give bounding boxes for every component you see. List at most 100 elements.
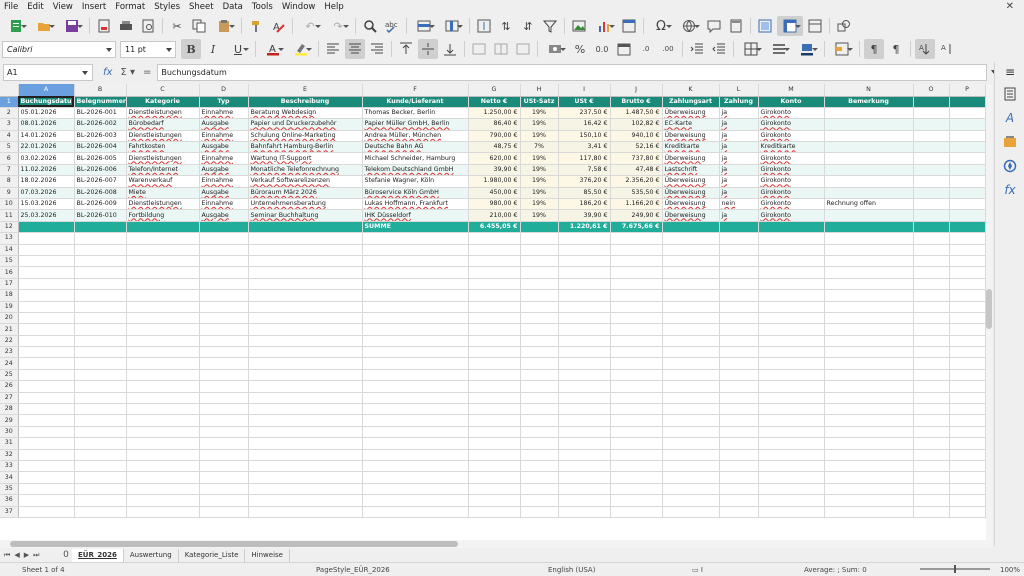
column-header-g[interactable]: G (468, 84, 521, 97)
cell[interactable]: Papier und Druckerzubehör (248, 118, 363, 131)
cell[interactable]: 1.220,61 € (558, 221, 611, 234)
cell[interactable] (18, 437, 75, 450)
cell[interactable] (824, 506, 914, 518)
cell[interactable] (949, 460, 986, 473)
select-all-corner[interactable] (0, 84, 19, 97)
cell[interactable] (758, 312, 825, 325)
row-header[interactable]: 1 (0, 96, 19, 108)
cell[interactable] (468, 506, 521, 518)
border-style-icon[interactable] (766, 39, 792, 59)
cell[interactable] (913, 301, 950, 313)
cell[interactable]: 86,40 € (468, 118, 521, 131)
cell[interactable] (662, 483, 720, 496)
cell[interactable] (362, 289, 469, 302)
sidebar-menu-icon[interactable]: ≡ (995, 62, 1024, 82)
language[interactable]: English (USA) (548, 566, 595, 574)
cell[interactable] (719, 449, 759, 462)
cell[interactable] (610, 494, 663, 507)
cell[interactable] (824, 175, 914, 188)
cell[interactable]: Papier Müller GmbH, Berlin (362, 118, 469, 131)
gallery-icon[interactable] (995, 130, 1024, 154)
cell[interactable]: Zahlung (719, 96, 759, 108)
cell[interactable] (662, 289, 720, 302)
cell[interactable] (610, 232, 663, 245)
cell[interactable] (824, 414, 914, 427)
cell[interactable] (719, 357, 759, 370)
row-header[interactable]: 34 (0, 471, 19, 484)
cell[interactable]: Überweisung (662, 209, 720, 222)
cell[interactable] (520, 494, 559, 507)
open-folder-icon[interactable] (31, 16, 57, 36)
formula-input[interactable]: Buchungsdatum (157, 63, 988, 81)
cell[interactable] (468, 494, 521, 507)
cell[interactable] (949, 426, 986, 439)
cell[interactable] (520, 392, 559, 405)
cell[interactable] (719, 301, 759, 313)
cell[interactable] (949, 107, 986, 120)
column-header-d[interactable]: D (199, 84, 249, 97)
text-direction-rtl-icon[interactable]: ¶ (886, 39, 906, 59)
functions-icon[interactable]: fx (995, 178, 1024, 202)
cell[interactable] (610, 335, 663, 348)
cell[interactable] (468, 312, 521, 325)
cell[interactable] (558, 301, 611, 313)
sheet-tab-4[interactable]: Hinweise (245, 548, 290, 562)
cell[interactable] (662, 449, 720, 462)
cell[interactable] (18, 278, 75, 291)
cell[interactable] (949, 289, 986, 302)
align-right-icon[interactable] (367, 39, 387, 59)
cell[interactable] (248, 255, 363, 268)
cell[interactable] (719, 460, 759, 473)
cell[interactable] (662, 255, 720, 268)
cell[interactable] (662, 494, 720, 507)
column-header-n[interactable]: N (824, 84, 914, 97)
cell[interactable] (949, 346, 986, 359)
cell[interactable] (362, 426, 469, 439)
cell[interactable] (468, 414, 521, 427)
cell[interactable] (824, 244, 914, 256)
cell[interactable]: Dienstleistungen (126, 107, 200, 120)
cell[interactable] (824, 187, 914, 200)
cell[interactable]: 19% (520, 164, 559, 177)
row-header[interactable]: 3 (0, 118, 19, 131)
row-header[interactable]: 17 (0, 278, 19, 291)
cell[interactable] (199, 471, 249, 484)
next-sheet-icon[interactable]: ▶ (24, 551, 29, 559)
cell[interactable] (126, 449, 200, 462)
cell[interactable] (248, 506, 363, 518)
cell[interactable] (558, 380, 611, 393)
cell[interactable] (18, 483, 75, 496)
cell[interactable] (199, 369, 249, 382)
cell[interactable] (610, 483, 663, 496)
cell[interactable] (949, 266, 986, 279)
cell[interactable] (758, 471, 825, 484)
cell[interactable] (126, 414, 200, 427)
row-header[interactable]: 13 (0, 232, 19, 245)
row-header[interactable]: 24 (0, 357, 19, 370)
cell[interactable]: BL-2026-008 (74, 187, 127, 200)
row-header[interactable]: 37 (0, 506, 19, 518)
cell[interactable]: 737,80 € (610, 152, 663, 165)
cell[interactable] (558, 278, 611, 291)
cell[interactable] (610, 392, 663, 405)
cell[interactable] (719, 426, 759, 439)
cell[interactable] (362, 266, 469, 279)
row-header[interactable]: 21 (0, 323, 19, 336)
row-header[interactable]: 4 (0, 130, 19, 143)
row-header[interactable]: 10 (0, 198, 19, 211)
align-left-icon[interactable] (323, 39, 343, 59)
cell[interactable] (610, 301, 663, 313)
cell[interactable] (74, 266, 127, 279)
cell[interactable] (18, 460, 75, 473)
cell[interactable] (610, 323, 663, 336)
row-header[interactable]: 14 (0, 244, 19, 256)
cell[interactable]: Wartung IT-Support (248, 152, 363, 165)
cell[interactable] (126, 232, 200, 245)
cell[interactable] (719, 369, 759, 382)
cell[interactable] (74, 437, 127, 450)
cell[interactable]: Ausgabe (199, 118, 249, 131)
center-vertically-icon[interactable] (418, 39, 438, 59)
cell[interactable]: ja (719, 130, 759, 143)
pivot-table-icon[interactable] (619, 16, 639, 36)
cell[interactable] (126, 255, 200, 268)
